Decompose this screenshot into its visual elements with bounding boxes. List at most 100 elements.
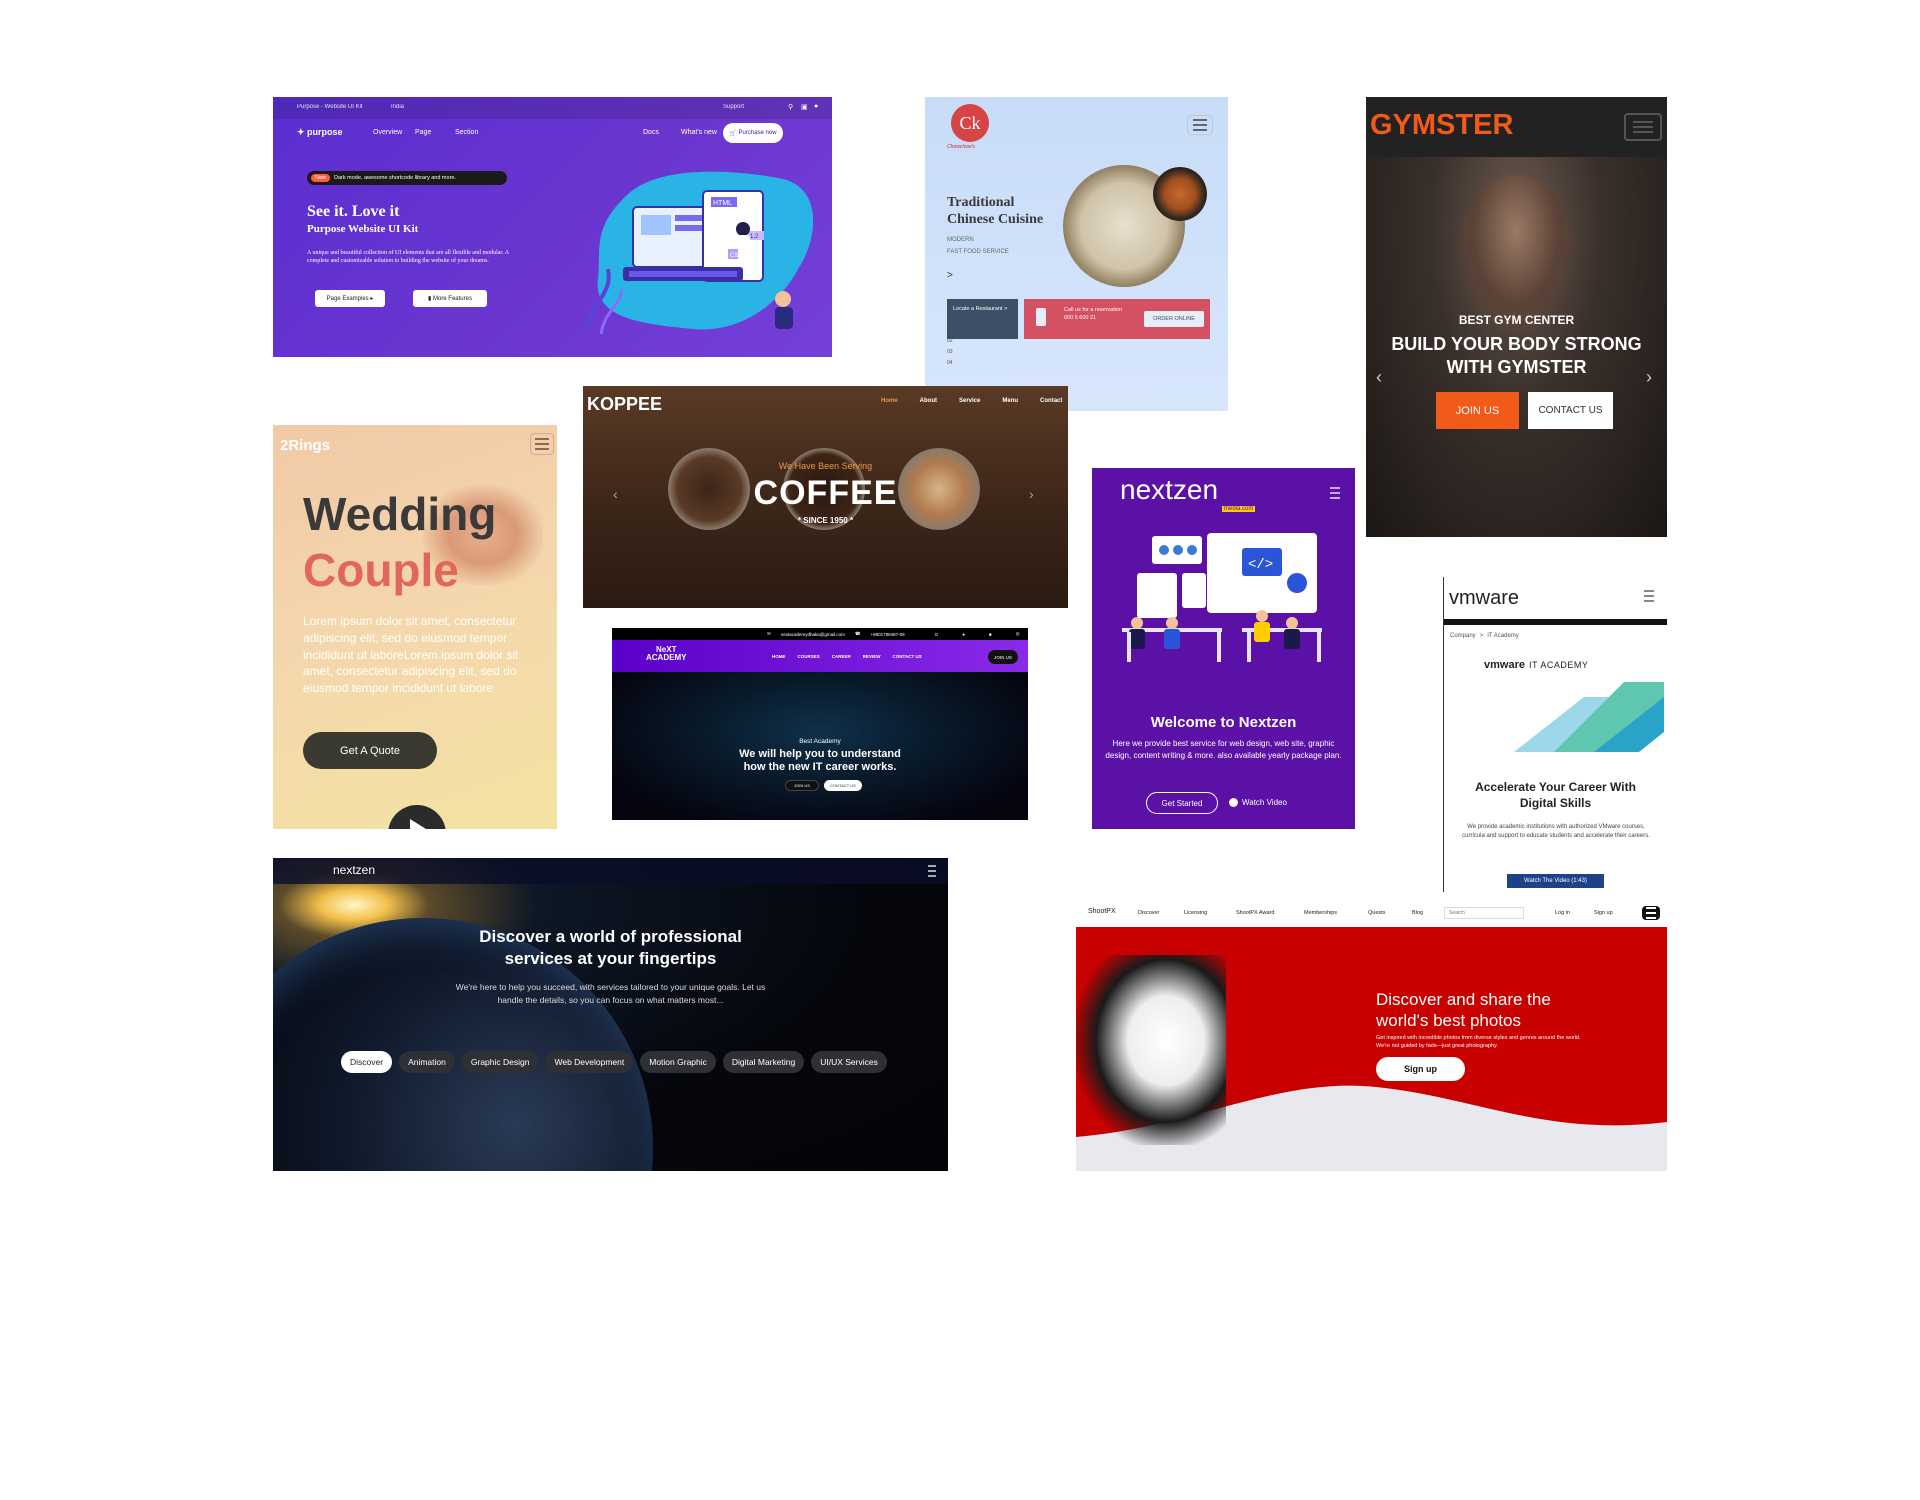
next-brand-line2: ACADEMY bbox=[646, 653, 687, 662]
nextzen-mobile-screenshot: nextzen media.com </> Welcome to Nextzen… bbox=[1092, 468, 1355, 829]
koppee-nav-contact[interactable]: Contact bbox=[1040, 398, 1062, 404]
shootpx-nav-blog[interactable]: Blog bbox=[1412, 910, 1423, 916]
carousel-next-icon[interactable]: › bbox=[1029, 486, 1034, 502]
breadcrumb-company[interactable]: Company bbox=[1450, 633, 1476, 639]
purpose-page-examples-button[interactable]: Page Examples ▸ bbox=[315, 290, 385, 307]
chinese-arrow[interactable]: > bbox=[947, 270, 953, 281]
next-join-nav-button[interactable]: JOIN US bbox=[988, 650, 1018, 664]
instagram-icon[interactable]: ◎ bbox=[1016, 631, 1020, 637]
next-join-button[interactable]: JOIN US bbox=[785, 780, 819, 791]
chinese-locate-arrow: > bbox=[1004, 306, 1008, 312]
purpose-badge-text: Dark mode, awesome shortcode library and… bbox=[334, 175, 456, 181]
gym-headline-line2: WITH GYMSTER bbox=[1446, 356, 1587, 377]
shootpx-signup-button[interactable]: Sign up bbox=[1376, 1057, 1465, 1081]
koppee-nav-menu[interactable]: Menu bbox=[1002, 398, 1018, 404]
shootpx-brand[interactable]: ShootPX bbox=[1088, 908, 1116, 915]
pill-digital-marketing[interactable]: Digital Marketing bbox=[722, 1051, 805, 1073]
shootpx-nav-licensing[interactable]: Licensing bbox=[1184, 910, 1207, 916]
menu-icon[interactable] bbox=[925, 865, 939, 877]
purpose-illus-html-label: HTML bbox=[713, 200, 732, 207]
menu-icon[interactable] bbox=[530, 433, 554, 455]
nextzen-brand-label: nextzen bbox=[1120, 474, 1219, 505]
chinese-pager-item[interactable]: 02 bbox=[947, 336, 953, 347]
gym-contact-button[interactable]: CONTACT US bbox=[1528, 392, 1613, 429]
nextzen-get-started-button[interactable]: Get Started bbox=[1146, 792, 1218, 814]
chinese-call-panel[interactable]: Call us for a reservation 600 5 600 21 bbox=[1024, 299, 1138, 339]
chinese-order-button[interactable]: ORDER ONLINE bbox=[1144, 311, 1204, 327]
shootpx-signup-link[interactable]: Sign up bbox=[1594, 910, 1613, 916]
nextzen-brand[interactable]: nextzen bbox=[1120, 474, 1218, 506]
shootpx-nav-quests[interactable]: Quests bbox=[1368, 910, 1385, 916]
chinese-pager-item[interactable]: 01 bbox=[947, 325, 953, 336]
purpose-nav-section[interactable]: Section bbox=[455, 129, 478, 136]
menu-icon[interactable] bbox=[1326, 486, 1344, 500]
shootpx-nav-award[interactable]: ShootPX Award bbox=[1236, 910, 1274, 916]
purpose-brand[interactable]: ✦ purpose bbox=[297, 127, 343, 138]
purpose-nav-overview[interactable]: Overview bbox=[373, 129, 402, 136]
next-contact-button[interactable]: CONTACT US bbox=[824, 780, 862, 791]
google-icon[interactable]: G bbox=[935, 632, 939, 637]
chinese-logo[interactable]: Ck bbox=[951, 104, 989, 142]
shootpx-nav-memberships[interactable]: Memberships bbox=[1304, 910, 1337, 916]
earth-brand[interactable]: nextzen bbox=[333, 863, 375, 877]
linkedin-icon[interactable]: ■ bbox=[989, 632, 992, 637]
purpose-topbar-support[interactable]: Support bbox=[723, 104, 744, 110]
chinese-title-line1: Traditional bbox=[947, 195, 1015, 210]
vmware-watch-video-button[interactable]: Watch The Video (1:43) bbox=[1507, 874, 1604, 888]
next-nav-contact[interactable]: CONTACT US bbox=[893, 654, 922, 659]
koppee-nav-service[interactable]: Service bbox=[959, 398, 980, 404]
next-nav-home[interactable]: HOME bbox=[772, 654, 786, 659]
chinese-subtitle-1: MODERN bbox=[947, 237, 974, 243]
carousel-next-icon[interactable]: › bbox=[1646, 367, 1652, 388]
next-nav-review[interactable]: REVIEW bbox=[863, 654, 881, 659]
pill-discover[interactable]: Discover bbox=[341, 1051, 393, 1073]
purpose-topbar-title: Purpose - Website UI Kit bbox=[297, 104, 363, 110]
dog-photo bbox=[1076, 955, 1226, 1145]
vmware-brand[interactable]: vmware bbox=[1449, 587, 1519, 610]
menu-icon[interactable] bbox=[1624, 113, 1662, 141]
vmware-description: We provide academic institutions with au… bbox=[1462, 824, 1650, 840]
koppee-nav-about[interactable]: About bbox=[920, 398, 937, 404]
gym-brand[interactable]: GYMSTER bbox=[1370, 109, 1513, 142]
purpose-topbar-location[interactable]: India bbox=[391, 104, 404, 110]
menu-icon[interactable] bbox=[1642, 906, 1660, 920]
next-phone[interactable]: +8801788487-09 bbox=[871, 632, 905, 637]
shootpx-nav-discover[interactable]: Discover bbox=[1138, 910, 1159, 916]
nextzen-watch-video[interactable]: Watch Video bbox=[1229, 798, 1287, 807]
gym-join-button[interactable]: JOIN US bbox=[1436, 392, 1519, 429]
chinese-pager-item[interactable]: 04 bbox=[947, 358, 953, 369]
menu-icon[interactable] bbox=[1640, 589, 1658, 603]
purpose-more-features-button[interactable]: ▮ More Features bbox=[413, 290, 487, 307]
purpose-nav-docs[interactable]: Docs bbox=[643, 129, 659, 136]
purpose-announcement-badge[interactable]: New Dark mode, awesome shortcode library… bbox=[307, 171, 507, 185]
purpose-purchase-button[interactable]: 🛒 Purchase now bbox=[723, 123, 783, 143]
wedding-brand[interactable]: 2Rings bbox=[280, 437, 330, 454]
purpose-nav-whatsnew[interactable]: What's new bbox=[681, 129, 717, 136]
chinese-pager-item[interactable]: 03 bbox=[947, 347, 953, 358]
search-input[interactable] bbox=[1444, 907, 1524, 919]
play-button[interactable] bbox=[388, 805, 446, 829]
breadcrumb-it-academy[interactable]: IT Academy bbox=[1487, 633, 1519, 639]
pill-uiux-services[interactable]: UI/UX Services bbox=[811, 1051, 887, 1073]
facebook-icon[interactable]: ● bbox=[962, 632, 965, 637]
wedding-quote-button[interactable]: Get A Quote bbox=[303, 732, 437, 769]
pill-animation[interactable]: Animation bbox=[399, 1051, 455, 1073]
user-icon[interactable]: ● bbox=[814, 103, 818, 110]
search-icon[interactable]: ⚲ bbox=[788, 103, 793, 111]
next-nav-career[interactable]: CAREER bbox=[832, 654, 851, 659]
pill-motion-graphic[interactable]: Motion Graphic bbox=[640, 1051, 716, 1073]
shootpx-login[interactable]: Log in bbox=[1555, 910, 1570, 916]
next-email[interactable]: nextacademydhaka@gmail.com bbox=[781, 632, 845, 637]
pill-graphic-design[interactable]: Graphic Design bbox=[461, 1051, 539, 1073]
menu-icon[interactable] bbox=[1187, 115, 1213, 135]
koppee-nav-home[interactable]: Home bbox=[881, 398, 898, 404]
purpose-nav-page[interactable]: Page bbox=[415, 129, 431, 136]
carousel-prev-icon[interactable]: ‹ bbox=[1376, 367, 1382, 388]
pill-web-development[interactable]: Web Development bbox=[545, 1051, 634, 1073]
koppee-brand[interactable]: KOPPEE bbox=[587, 394, 662, 415]
cart-icon[interactable]: ▣ bbox=[801, 103, 808, 111]
next-nav-courses[interactable]: COURSES bbox=[798, 654, 820, 659]
next-brand[interactable]: NeXT ACADEMY bbox=[646, 646, 686, 662]
chinese-locate-button[interactable]: Locate a Restaurant > bbox=[947, 299, 1018, 339]
carousel-prev-icon[interactable]: ‹ bbox=[613, 486, 618, 502]
